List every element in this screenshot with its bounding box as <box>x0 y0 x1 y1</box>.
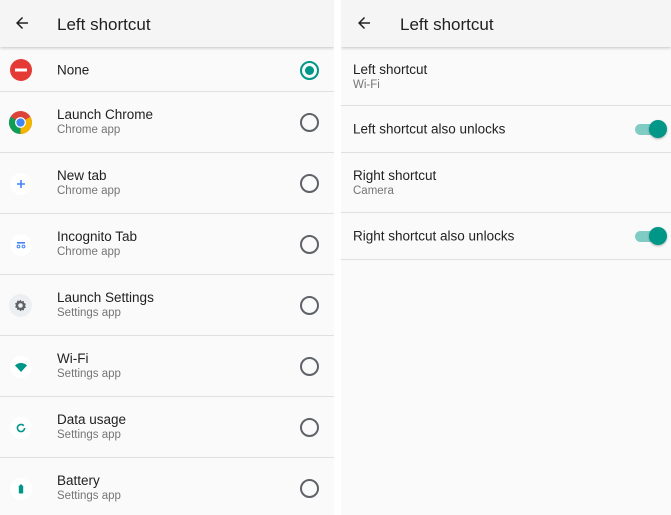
radio-button[interactable] <box>300 296 319 315</box>
radio-button-selected[interactable] <box>300 60 319 80</box>
option-sublabel: Settings app <box>57 307 121 319</box>
back-button[interactable] <box>8 9 36 37</box>
shortcut-options-list: None Launch Chrome Chrome app New tab Ch… <box>0 48 334 515</box>
setting-right-shortcut-also-unlocks[interactable]: Right shortcut also unlocks <box>341 213 671 260</box>
radio-button[interactable] <box>300 418 319 437</box>
battery-icon <box>8 476 33 501</box>
setting-value: Camera <box>353 184 394 197</box>
option-wi-fi[interactable]: Wi-Fi Settings app <box>0 336 334 397</box>
option-battery[interactable]: Battery Settings app <box>0 458 334 515</box>
option-incognito-tab[interactable]: Incognito Tab Chrome app <box>0 214 334 275</box>
data-usage-icon <box>8 415 33 440</box>
incognito-icon <box>8 232 33 257</box>
option-sublabel: Chrome app <box>57 246 121 258</box>
radio-button[interactable] <box>300 235 319 254</box>
radio-button[interactable] <box>300 113 319 132</box>
setting-label: Right shortcut also unlocks <box>353 228 515 244</box>
option-sublabel: Settings app <box>57 490 121 502</box>
wifi-icon <box>8 354 33 379</box>
app-bar: Left shortcut <box>0 0 334 47</box>
setting-left-shortcut-also-unlocks[interactable]: Left shortcut also unlocks <box>341 106 671 153</box>
remove-circle-icon <box>8 58 33 83</box>
toggle-switch-on[interactable] <box>635 119 667 139</box>
option-launch-chrome[interactable]: Launch Chrome Chrome app <box>0 92 334 153</box>
option-label: Launch Settings <box>57 290 154 305</box>
option-data-usage[interactable]: Data usage Settings app <box>0 397 334 458</box>
lockscreen-shortcuts-settings-screen: Left shortcut Left shortcut Wi-Fi Left s… <box>341 0 671 515</box>
left-shortcut-picker-screen: Left shortcut None Launch Chrome Chrome … <box>0 0 334 515</box>
option-label: Incognito Tab <box>57 229 138 244</box>
setting-label: Right shortcut <box>353 167 437 183</box>
option-label: None <box>57 62 90 77</box>
option-sublabel: Chrome app <box>57 185 121 197</box>
plus-icon <box>8 171 33 196</box>
setting-label: Left shortcut <box>353 61 428 77</box>
settings-gear-icon <box>8 293 33 318</box>
option-label: Launch Chrome <box>57 107 154 122</box>
option-launch-settings[interactable]: Launch Settings Settings app <box>0 275 334 336</box>
option-label: New tab <box>57 168 107 183</box>
radio-button[interactable] <box>300 357 319 376</box>
setting-value: Wi-Fi <box>353 78 380 91</box>
back-button[interactable] <box>350 9 378 37</box>
settings-list: Left shortcut Wi-Fi Left shortcut also u… <box>341 48 671 260</box>
radio-button[interactable] <box>300 174 319 193</box>
option-sublabel: Settings app <box>57 429 121 441</box>
option-sublabel: Settings app <box>57 368 121 380</box>
page-title: Left shortcut <box>400 15 494 34</box>
arrow-back-icon <box>16 17 28 29</box>
toggle-switch-on[interactable] <box>635 226 667 246</box>
option-label: Data usage <box>57 412 127 427</box>
option-new-tab[interactable]: New tab Chrome app <box>0 153 334 214</box>
arrow-back-icon <box>358 17 370 29</box>
app-bar: Left shortcut <box>341 0 671 47</box>
setting-left-shortcut[interactable]: Left shortcut Wi-Fi <box>341 48 671 106</box>
radio-button[interactable] <box>300 479 319 498</box>
setting-right-shortcut[interactable]: Right shortcut Camera <box>341 153 671 213</box>
option-none[interactable]: None <box>0 48 334 92</box>
chrome-icon <box>8 110 33 135</box>
option-label: Battery <box>57 473 100 488</box>
option-label: Wi-Fi <box>57 351 89 366</box>
screen-divider <box>334 0 341 515</box>
setting-label: Left shortcut also unlocks <box>353 121 506 137</box>
page-title: Left shortcut <box>57 15 151 34</box>
option-sublabel: Chrome app <box>57 124 121 136</box>
